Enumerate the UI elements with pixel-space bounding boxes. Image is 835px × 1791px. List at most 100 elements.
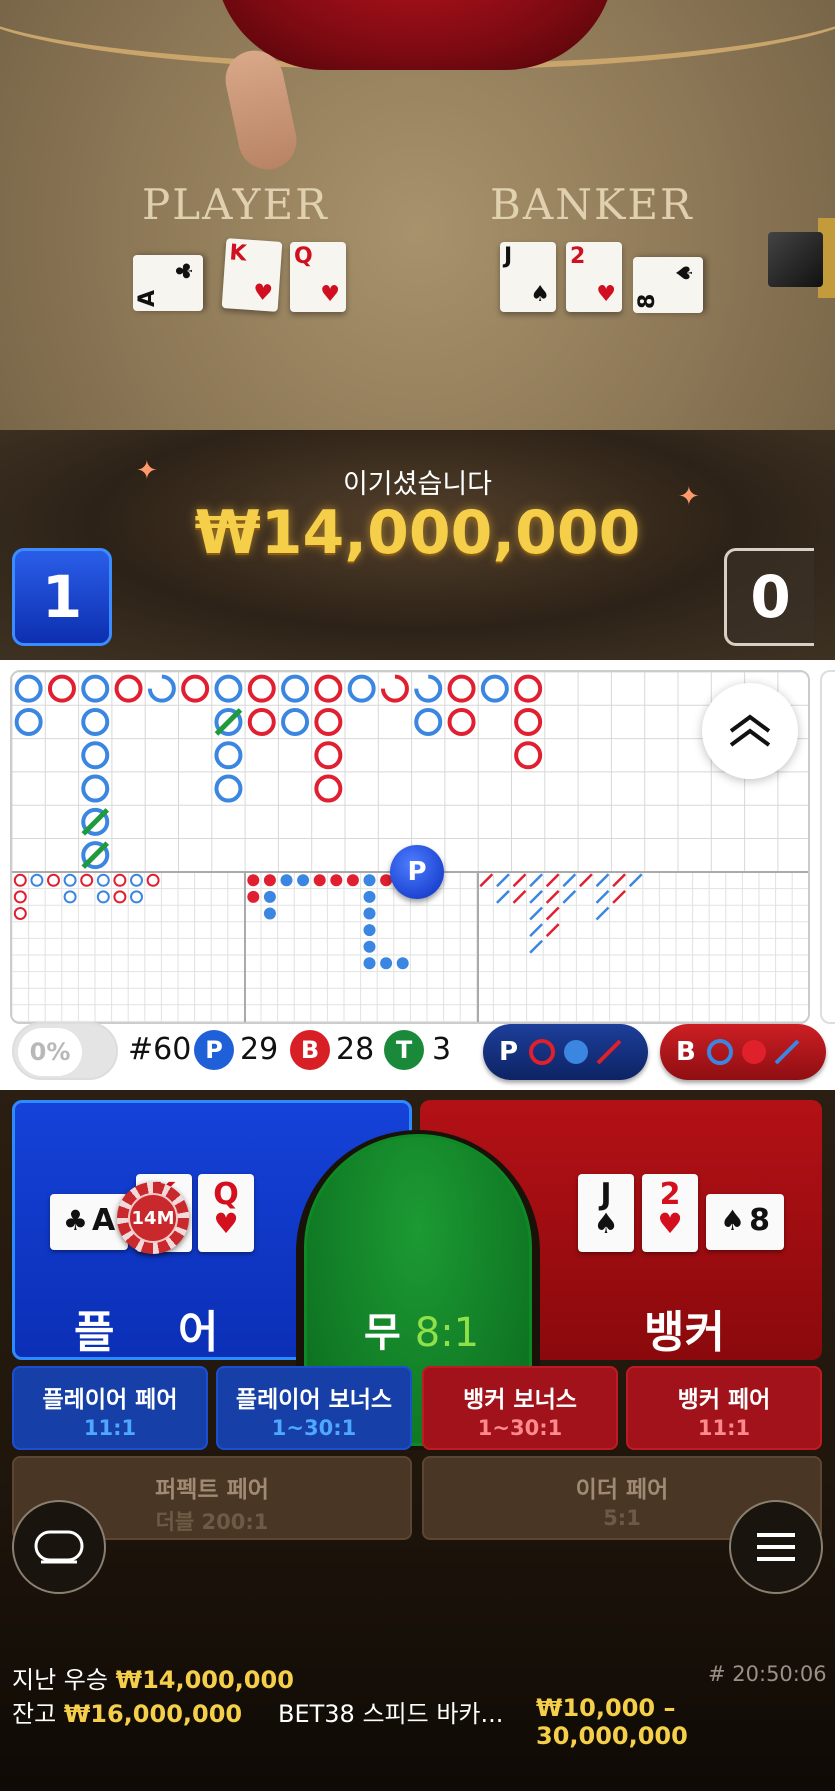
cockroach-road-mark xyxy=(545,906,560,921)
small-road-mark xyxy=(363,924,376,937)
player-count: 29 xyxy=(240,1032,279,1067)
big-road-mark xyxy=(314,741,343,770)
banker-spot-card: J ♠ xyxy=(578,1174,634,1252)
cockroach-road-mark xyxy=(512,873,527,888)
small-road-mark xyxy=(363,907,376,920)
side-bet-name: 뱅커 페어 xyxy=(677,1387,771,1413)
cockroach-road-mark xyxy=(545,873,560,888)
big-road-mark xyxy=(81,774,110,803)
small-road-mark xyxy=(396,957,409,970)
percent-toggle-knob: 0% xyxy=(18,1028,82,1076)
last-win-label: 지난 우승 xyxy=(12,1666,108,1694)
big-eye-road-mark xyxy=(80,873,94,887)
big-road-mark xyxy=(281,707,310,736)
current-result-marker: P xyxy=(390,845,444,899)
big-eye-road-mark xyxy=(96,873,110,887)
cockroach-road-mark xyxy=(579,873,593,888)
big-road-mark xyxy=(247,674,276,703)
expand-roads-button[interactable] xyxy=(702,683,798,779)
small-road-mark xyxy=(297,874,310,887)
small-road-mark xyxy=(363,940,376,953)
big-road-mark xyxy=(14,707,43,736)
big-road-mark xyxy=(81,674,110,703)
cockroach-road-mark xyxy=(612,890,626,904)
side-bet-name: 이더 페어 xyxy=(575,1477,669,1503)
banker-ask-button[interactable]: B xyxy=(660,1024,826,1080)
banker-pair-bet[interactable]: 뱅커 페어 11:1 xyxy=(626,1366,822,1450)
cockroach-road-mark xyxy=(545,923,560,937)
table-card: 2 ♥ xyxy=(566,242,622,312)
table-card: Q ♥ xyxy=(290,242,346,312)
big-road-mark xyxy=(414,674,443,703)
player-bonus-bet[interactable]: 플레이어 보너스 1~30:1 xyxy=(216,1366,412,1450)
win-title: 이기셨습니다 xyxy=(342,469,493,500)
small-road-mark xyxy=(363,874,376,887)
small-road-mark xyxy=(363,957,376,970)
big-road-mark xyxy=(214,774,243,803)
big-road-mark xyxy=(47,674,76,703)
balance-amount: ₩16,000,000 xyxy=(63,1700,243,1728)
tie-stat-badge: T xyxy=(384,1030,424,1070)
stats-row: 0% #60 P 29 B 28 T 3 P B xyxy=(0,1022,835,1084)
cockroach-road-mark xyxy=(612,873,626,888)
big-road-mark xyxy=(81,741,110,770)
big-road-mark xyxy=(447,707,476,736)
small-road-mark xyxy=(363,890,376,903)
player-ask-button[interactable]: P xyxy=(483,1024,648,1080)
player-pair-bet[interactable]: 플레이어 페어 11:1 xyxy=(12,1366,208,1450)
cockroach-road-mark xyxy=(545,890,560,904)
big-road-mark xyxy=(81,707,110,736)
big-eye-road-mark xyxy=(96,890,110,904)
cockroach-road-mark xyxy=(496,873,510,888)
cockroach-road-mark xyxy=(529,939,543,954)
player-stat-badge: P xyxy=(194,1030,234,1070)
big-eye-road-mark xyxy=(130,873,143,887)
big-road-mark xyxy=(214,674,243,703)
chat-button[interactable] xyxy=(12,1500,106,1594)
menu-button[interactable] xyxy=(729,1500,823,1594)
big-road-mark xyxy=(514,674,543,703)
cockroach-road-mark xyxy=(562,890,577,904)
banker-bonus-bet[interactable]: 뱅커 보너스 1~30:1 xyxy=(422,1366,618,1450)
big-eye-road-mark xyxy=(146,873,160,887)
bet-limits: ₩10,000 – 30,000,000 xyxy=(536,1694,688,1750)
balance-label: 잔고 xyxy=(12,1700,57,1728)
big-road-mark xyxy=(181,674,210,703)
cockroach-road-mark xyxy=(595,890,610,904)
big-eye-road-mark xyxy=(113,873,127,887)
cockroach-road-mark xyxy=(529,923,543,937)
big-eye-road-mark xyxy=(13,907,27,920)
big-road-mark xyxy=(414,707,443,736)
placed-chip[interactable]: 14M xyxy=(117,1182,189,1254)
big-eye-road-mark xyxy=(63,873,77,887)
hamburger-menu-icon xyxy=(757,1533,795,1561)
predict-icons xyxy=(706,1039,800,1065)
percent-toggle[interactable]: 0% xyxy=(12,1022,118,1080)
ask-player-label: P xyxy=(499,1037,519,1067)
small-road-mark xyxy=(280,874,293,887)
big-road-mark xyxy=(380,674,409,703)
cockroach-road-mark xyxy=(496,890,510,904)
side-bet-odds: 11:1 xyxy=(83,1416,137,1440)
tie-label: 무 xyxy=(364,1310,401,1356)
baccarat-screen: PLAYER BANKER A ♣ K ♥ Q ♥ J ♠ 2 ♥ 8 ♠ ✦ ✦ 이기셨습… xyxy=(0,0,835,1791)
table-card: K ♥ xyxy=(221,238,283,312)
cockroach-road-mark xyxy=(562,873,577,888)
big-road-mark xyxy=(247,707,276,736)
big-road-mark xyxy=(14,674,43,703)
big-road-mark xyxy=(480,674,509,703)
player-table-label: PLAYER xyxy=(142,180,329,229)
side-bet-odds: 1~30:1 xyxy=(477,1416,563,1440)
cockroach-road-mark xyxy=(479,873,494,888)
banker-spot-label: 뱅커 xyxy=(644,1307,725,1358)
chat-bubble-icon xyxy=(34,1530,84,1564)
small-road-mark xyxy=(263,874,276,887)
big-eye-road-mark xyxy=(130,890,143,904)
big-road-mark xyxy=(314,707,343,736)
double-chevron-up-icon xyxy=(729,714,771,747)
side-bet-odds: 11:1 xyxy=(697,1416,751,1440)
big-eye-road-mark xyxy=(63,890,77,904)
player-spot-label-right: 어 xyxy=(178,1307,219,1358)
banker-spot-card: 2 ♥ xyxy=(642,1174,698,1252)
road-side-strip xyxy=(820,670,835,1024)
